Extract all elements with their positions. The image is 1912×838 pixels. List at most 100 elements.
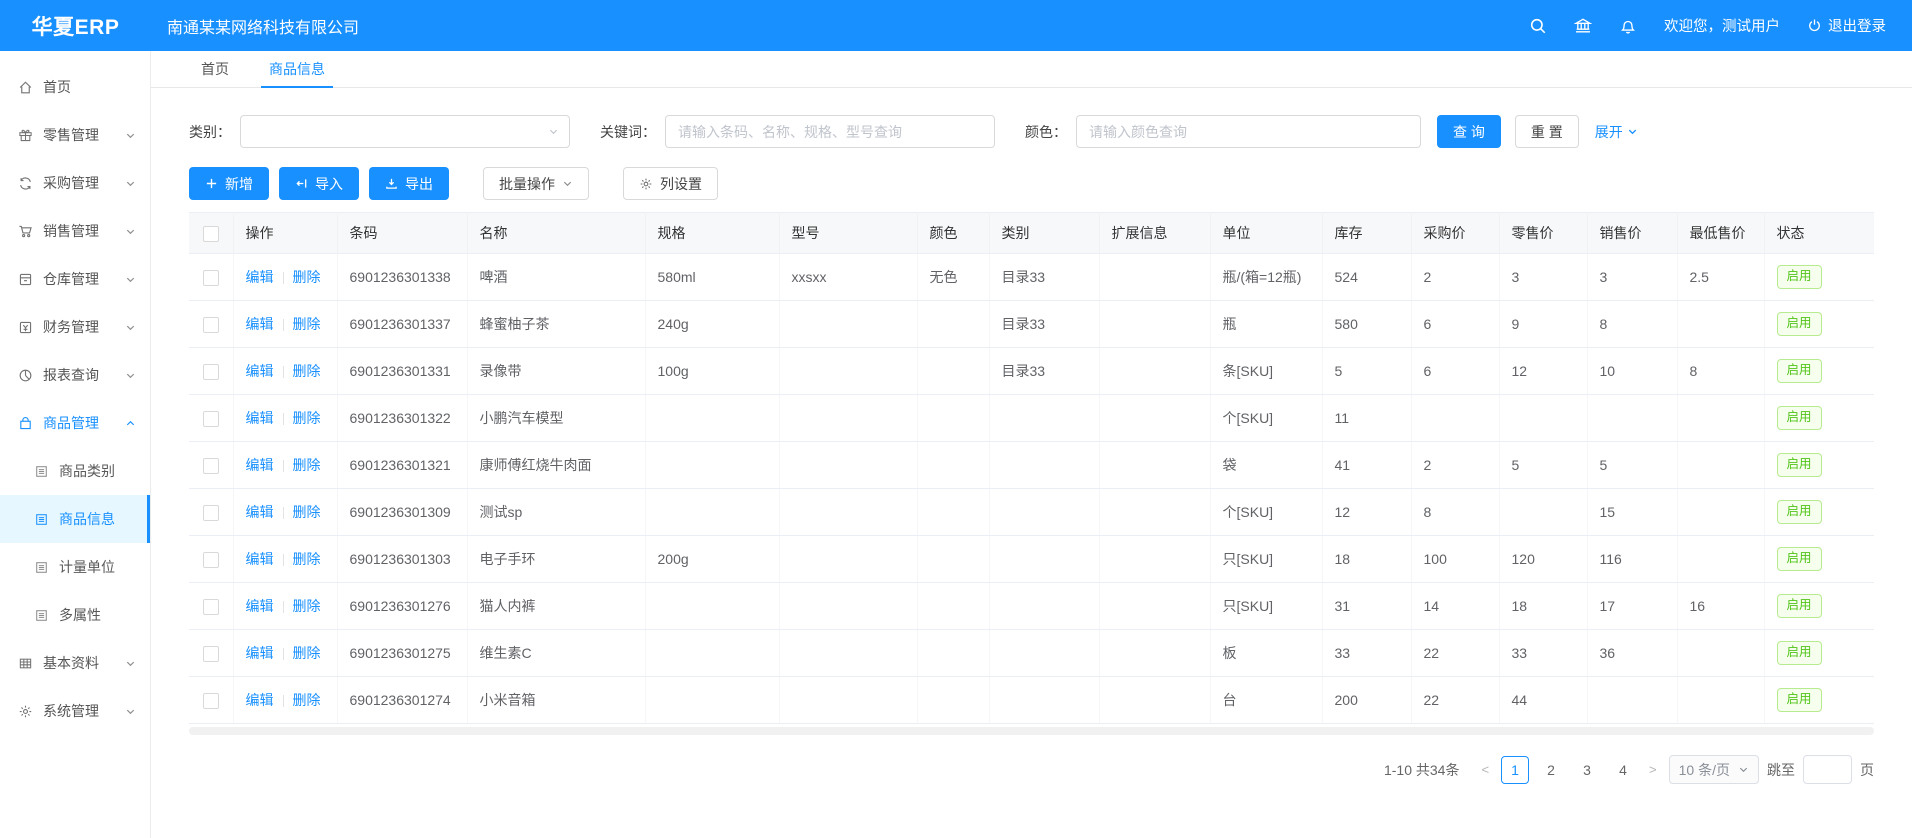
next-page-button[interactable]: > <box>1645 762 1661 777</box>
edit-link[interactable]: 编辑 <box>246 692 274 708</box>
expand-label: 展开 <box>1595 122 1623 142</box>
delete-link[interactable]: 删除 <box>293 457 321 473</box>
cell-retail <box>1499 489 1587 536</box>
logout-button[interactable]: 退出登录 <box>1807 15 1886 36</box>
row-checkbox[interactable] <box>203 693 219 709</box>
sidebar-item-8[interactable]: 基本资料 <box>0 639 150 687</box>
row-checkbox[interactable] <box>203 646 219 662</box>
bank-icon[interactable] <box>1574 17 1592 35</box>
edit-link[interactable]: 编辑 <box>246 363 274 379</box>
row-checkbox[interactable] <box>203 599 219 615</box>
cell-stock: 33 <box>1322 630 1411 677</box>
row-checkbox[interactable] <box>203 458 219 474</box>
bell-icon[interactable] <box>1619 17 1637 35</box>
delete-link[interactable]: 删除 <box>293 504 321 520</box>
cell-sale: 17 <box>1587 583 1677 630</box>
edit-link[interactable]: 编辑 <box>246 316 274 332</box>
plus-icon <box>205 177 218 190</box>
delete-link[interactable]: 删除 <box>293 410 321 426</box>
delete-link[interactable]: 删除 <box>293 645 321 661</box>
cart-icon <box>18 224 33 239</box>
sidebar-item-label: 商品管理 <box>43 413 99 433</box>
page-button-2[interactable]: 2 <box>1537 756 1565 784</box>
row-checkbox[interactable] <box>203 552 219 568</box>
sidebar-item-0[interactable]: 首页 <box>0 63 150 111</box>
horizontal-scrollbar[interactable] <box>189 727 1874 735</box>
table-row: 编辑删除6901236301274小米音箱台2002244启用 <box>189 677 1874 724</box>
page-button-3[interactable]: 3 <box>1573 756 1601 784</box>
power-icon <box>1807 18 1822 33</box>
delete-link[interactable]: 删除 <box>293 692 321 708</box>
add-button[interactable]: 新增 <box>189 167 269 200</box>
cell-stock: 12 <box>1322 489 1411 536</box>
edit-link[interactable]: 编辑 <box>246 598 274 614</box>
cell-barcode: 6901236301274 <box>337 677 467 724</box>
jump-page-input[interactable] <box>1803 755 1852 784</box>
color-input[interactable] <box>1076 115 1421 148</box>
delete-link[interactable]: 删除 <box>293 598 321 614</box>
sidebar-subitem-0[interactable]: 商品类别 <box>0 447 150 495</box>
col-header-8: 单位 <box>1210 213 1322 254</box>
import-button[interactable]: 导入 <box>279 167 359 200</box>
delete-link[interactable]: 删除 <box>293 363 321 379</box>
page-size-select[interactable]: 10 条/页 <box>1669 755 1759 784</box>
column-settings-button[interactable]: 列设置 <box>623 167 718 200</box>
warehouse-icon <box>18 272 33 287</box>
sidebar-item-4[interactable]: 仓库管理 <box>0 255 150 303</box>
sidebar-item-6[interactable]: 报表查询 <box>0 351 150 399</box>
sidebar-subitem-3[interactable]: 多属性 <box>0 591 150 639</box>
reset-button[interactable]: 重 置 <box>1515 115 1579 148</box>
tab-1[interactable]: 商品信息 <box>253 51 341 87</box>
cell-unit: 个[SKU] <box>1210 489 1322 536</box>
sidebar-subitem-2[interactable]: 计量单位 <box>0 543 150 591</box>
cell-color <box>917 442 989 489</box>
prev-page-button[interactable]: < <box>1477 762 1493 777</box>
cell-name: 蜂蜜柚子茶 <box>467 301 645 348</box>
sidebar-item-3[interactable]: 销售管理 <box>0 207 150 255</box>
batch-actions-button[interactable]: 批量操作 <box>483 167 589 200</box>
sidebar-item-9[interactable]: 系统管理 <box>0 687 150 735</box>
cell-name: 录像带 <box>467 348 645 395</box>
row-checkbox[interactable] <box>203 411 219 427</box>
search-icon[interactable] <box>1529 17 1547 35</box>
edit-link[interactable]: 编辑 <box>246 269 274 285</box>
delete-link[interactable]: 删除 <box>293 551 321 567</box>
category-select[interactable] <box>240 115 570 148</box>
page-button-4[interactable]: 4 <box>1609 756 1637 784</box>
delete-link[interactable]: 删除 <box>293 269 321 285</box>
row-checkbox[interactable] <box>203 270 219 286</box>
keyword-input[interactable] <box>665 115 995 148</box>
cell-model <box>779 395 917 442</box>
sidebar-item-2[interactable]: 采购管理 <box>0 159 150 207</box>
tab-0[interactable]: 首页 <box>185 51 245 87</box>
edit-link[interactable]: 编辑 <box>246 504 274 520</box>
status-badge: 启用 <box>1777 265 1822 289</box>
edit-link[interactable]: 编辑 <box>246 457 274 473</box>
doc-icon <box>34 464 49 479</box>
edit-link[interactable]: 编辑 <box>246 645 274 661</box>
expand-link[interactable]: 展开 <box>1595 122 1638 142</box>
app-logo[interactable]: 华夏ERP <box>0 11 151 41</box>
action-divider <box>283 460 284 472</box>
sidebar-item-7[interactable]: 商品管理 <box>0 399 150 447</box>
search-button[interactable]: 查 询 <box>1437 115 1501 148</box>
delete-link[interactable]: 删除 <box>293 316 321 332</box>
sidebar-item-label: 零售管理 <box>43 125 99 145</box>
select-all-checkbox[interactable] <box>203 226 219 242</box>
cell-unit: 条[SKU] <box>1210 348 1322 395</box>
table-row: 编辑删除6901236301276猫人内裤只[SKU]3114181716启用 <box>189 583 1874 630</box>
sidebar-subitem-1[interactable]: 商品信息 <box>0 495 150 543</box>
row-checkbox[interactable] <box>203 317 219 333</box>
sidebar-item-1[interactable]: 零售管理 <box>0 111 150 159</box>
row-checkbox[interactable] <box>203 364 219 380</box>
export-button[interactable]: 导出 <box>369 167 449 200</box>
sidebar-item-label: 首页 <box>43 77 71 97</box>
cell-name: 小鹏汽车模型 <box>467 395 645 442</box>
page-button-1[interactable]: 1 <box>1501 756 1529 784</box>
edit-link[interactable]: 编辑 <box>246 410 274 426</box>
top-header: 华夏ERP 南通某某网络科技有限公司 欢迎您，测试用户 退出登录 <box>0 0 1912 51</box>
row-checkbox[interactable] <box>203 505 219 521</box>
edit-link[interactable]: 编辑 <box>246 551 274 567</box>
sidebar-item-5[interactable]: 财务管理 <box>0 303 150 351</box>
cell-status: 启用 <box>1764 348 1874 395</box>
